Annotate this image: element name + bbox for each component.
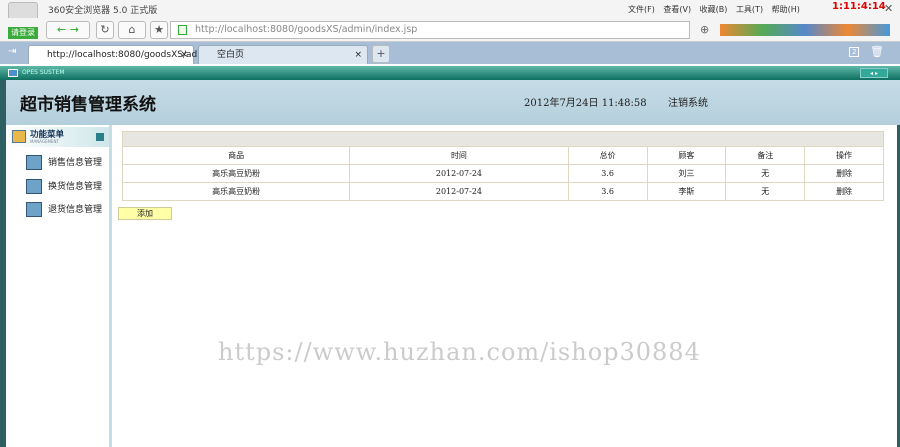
menu-file[interactable]: 文件(F)	[628, 5, 655, 14]
tab-blank[interactable]: 空白页 ×	[198, 45, 368, 64]
sidebar-item-label: 退货信息管理	[48, 205, 103, 215]
user-icon	[26, 202, 42, 217]
add-button[interactable]: 添加	[118, 207, 172, 220]
banner-text: OPES SUSTEM	[22, 69, 65, 76]
cell-date: 2012-07-24	[349, 182, 569, 201]
sidebar-item-sales[interactable]: 销售信息管理	[26, 153, 102, 173]
menu-bar[interactable]: 文件(F) 查看(V) 收藏(B) 工具(T) 帮助(H)	[628, 4, 800, 15]
col-header: 顾客	[646, 146, 727, 165]
col-header: 总价	[567, 146, 648, 165]
page-header: 超市销售管理系统 2012年7月24日 11:48:58 注销系统	[0, 80, 900, 125]
user-icon	[26, 155, 42, 170]
tab-active[interactable]: http://localhost:8080/goodsXS/ad... ×	[28, 45, 206, 64]
cell-note: 无	[725, 164, 806, 183]
collapse-icon[interactable]	[96, 133, 104, 141]
menu-icon	[12, 130, 26, 143]
col-header: 操作	[804, 146, 884, 165]
extension-icons[interactable]	[720, 24, 890, 36]
menu-favorites[interactable]: 收藏(B)	[700, 5, 728, 14]
sidebar-item-label: 换货信息管理	[48, 182, 103, 192]
cell-total: 3.6	[567, 164, 648, 183]
menu-help[interactable]: 帮助(H)	[772, 5, 800, 14]
table-header-row: 商品 时间 总价 顾客 备注 操作	[121, 146, 884, 165]
shield-icon[interactable]: ⊕	[700, 23, 709, 36]
table-row: 高乐高豆奶粉 2012-07-24 3.6 刘三 无 删除	[121, 164, 884, 183]
sidebar-toggle-icon[interactable]: ⇥	[8, 46, 16, 57]
col-header: 时间	[349, 146, 569, 165]
browser-title-bar: 请登录 360安全浏览器 5.0 正式版 文件(F) 查看(V) 收藏(B) 工…	[0, 0, 900, 39]
cell-customer: 刘三	[646, 164, 727, 183]
back-forward-button[interactable]: ← →	[46, 21, 90, 39]
close-icon[interactable]: ✕	[884, 2, 893, 15]
cell-customer: 李斯	[646, 182, 727, 201]
watermark: https://www.huzhan.com/ishop30884	[218, 338, 701, 366]
cell-product: 高乐高豆奶粉	[121, 164, 351, 183]
sidebar-item-exchange[interactable]: 换货信息管理	[26, 177, 102, 197]
refresh-icon[interactable]: ↻	[96, 21, 114, 39]
scroll-arrows[interactable]: ◂ ▸	[860, 68, 888, 78]
monitor-icon	[8, 69, 18, 77]
sidebar-item-return[interactable]: 退货信息管理	[26, 200, 102, 220]
page-title: 超市销售管理系统	[20, 95, 156, 115]
login-label[interactable]: 请登录	[8, 27, 38, 39]
sidebar-header: 功能菜单 MANAGEMENT	[6, 127, 109, 147]
star-icon[interactable]: ★	[150, 21, 168, 39]
home-icon[interactable]: ⌂	[118, 21, 146, 39]
close-tab-icon[interactable]: ×	[354, 46, 362, 64]
window-title: 360安全浏览器 5.0 正式版	[48, 6, 158, 16]
table-caption	[122, 131, 884, 147]
cell-note: 无	[725, 182, 806, 201]
clock: 1:11:4:14	[832, 1, 886, 12]
system-banner: OPES SUSTEM ◂ ▸	[0, 66, 900, 80]
col-header: 备注	[725, 146, 806, 165]
cell-product: 高乐高豆奶粉	[121, 182, 351, 201]
menu-view[interactable]: 查看(V)	[663, 5, 691, 14]
sidebar-item-label: 销售信息管理	[48, 158, 103, 168]
user-icon	[26, 179, 42, 194]
sales-table: 商品 时间 总价 顾客 备注 操作 高乐高豆奶粉 2012-07-24 3.6 …	[121, 131, 884, 201]
address-input[interactable]: http://localhost:8080/goodsXS/admin/inde…	[170, 21, 690, 39]
logout-link[interactable]: 注销系统	[668, 94, 708, 109]
trash-icon[interactable]: 🗑	[870, 45, 884, 58]
cell-date: 2012-07-24	[349, 164, 569, 183]
tab-label: 空白页	[217, 50, 245, 60]
navigation-bar: ← → ↻ ⌂ ★ http://localhost:8080/goodsXS/…	[0, 18, 900, 42]
tab-bar: ⇥ http://localhost:8080/goodsXS/ad... × 空…	[0, 42, 900, 64]
menu-tools[interactable]: 工具(T)	[736, 5, 763, 14]
new-tab-button[interactable]: +	[372, 45, 390, 63]
close-tab-icon[interactable]: ×	[180, 46, 188, 64]
col-header: 商品	[121, 146, 351, 165]
sidebar-subtitle: MANAGEMENT	[30, 139, 59, 144]
main-content: 商品 时间 总价 顾客 备注 操作 高乐高豆奶粉 2012-07-24 3.6 …	[112, 125, 900, 447]
delete-link[interactable]: 删除	[804, 182, 884, 201]
delete-link[interactable]: 删除	[804, 164, 884, 183]
table-row: 高乐高豆奶粉 2012-07-24 3.6 李斯 无 删除	[121, 182, 884, 201]
page-icon	[178, 25, 187, 35]
datetime: 2012年7月24日 11:48:58	[524, 98, 647, 109]
tab-count[interactable]: 2	[849, 47, 860, 57]
cell-total: 3.6	[567, 182, 648, 201]
sidebar: 功能菜单 MANAGEMENT 销售信息管理 换货信息管理 退货信息管理	[0, 125, 112, 447]
